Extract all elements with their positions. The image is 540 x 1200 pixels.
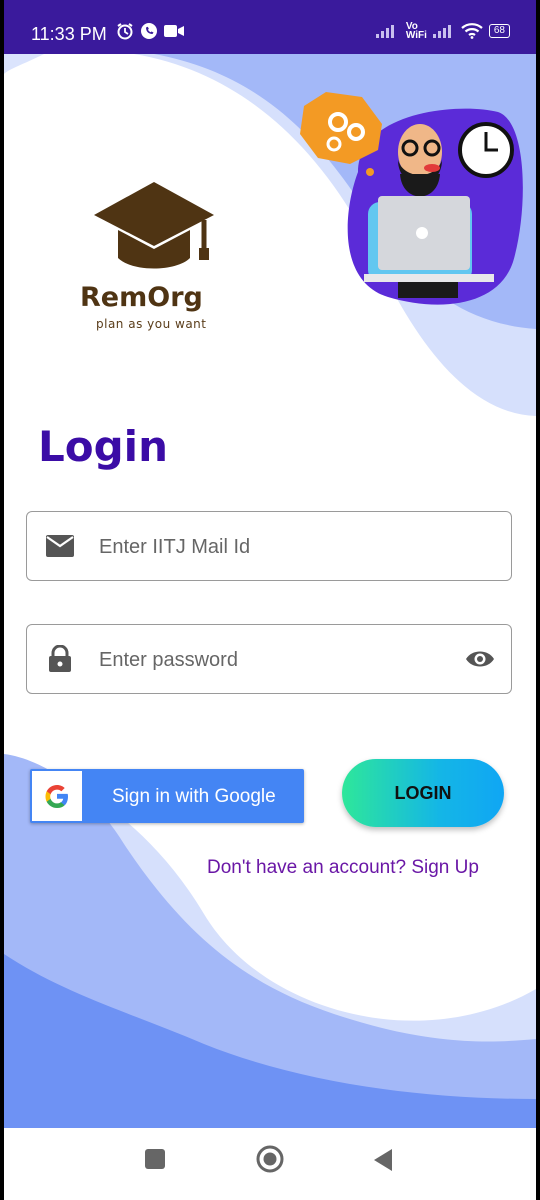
circle-icon[interactable]: [256, 1145, 284, 1173]
google-signin-button[interactable]: Sign in with Google: [30, 769, 304, 823]
lock-icon: [49, 645, 71, 672]
google-g-icon: [45, 785, 68, 808]
alarm-icon: [117, 23, 133, 40]
mail-icon: [46, 535, 74, 557]
email-input[interactable]: [97, 530, 441, 564]
battery-level: 68: [493, 25, 505, 36]
video-icon: [164, 25, 184, 37]
logo-name: RemOrg: [80, 282, 203, 313]
signup-link[interactable]: Don't have an account? Sign Up: [207, 857, 479, 879]
vowifi-label: Vo WiFi: [405, 22, 427, 41]
logo-tagline: plan as you want: [96, 317, 207, 331]
triangle-back-icon[interactable]: [372, 1148, 394, 1172]
whatsapp-icon: [141, 23, 157, 39]
vowifi-bottom: WiFi: [405, 30, 427, 41]
navigation-bar: [4, 1128, 536, 1200]
login-button[interactable]: LOGIN: [342, 759, 504, 827]
login-screen: 11:33 PM Vo WiFi 68 RemOrg plan as you w…: [4, 0, 536, 1200]
login-title: Login: [38, 422, 168, 471]
square-icon[interactable]: [144, 1148, 166, 1170]
graduation-cap-logo: [94, 182, 214, 269]
person-laptop-illustration: [300, 92, 523, 305]
status-bar: 11:33 PM Vo WiFi 68: [4, 0, 536, 54]
status-icons-left: [116, 22, 184, 40]
password-field[interactable]: [26, 624, 512, 694]
wifi-icon: [461, 23, 483, 39]
signal-icon-2: [432, 25, 451, 38]
signal-icon: [375, 25, 394, 38]
status-icons-right: Vo WiFi 68: [375, 22, 510, 41]
email-field[interactable]: [26, 511, 512, 581]
battery-icon: 68: [488, 24, 510, 38]
eye-icon[interactable]: [465, 649, 495, 669]
google-button-label: Sign in with Google: [112, 786, 276, 807]
status-time: 11:33 PM: [31, 24, 107, 44]
password-input[interactable]: [97, 643, 441, 677]
google-logo-box: [32, 771, 82, 821]
